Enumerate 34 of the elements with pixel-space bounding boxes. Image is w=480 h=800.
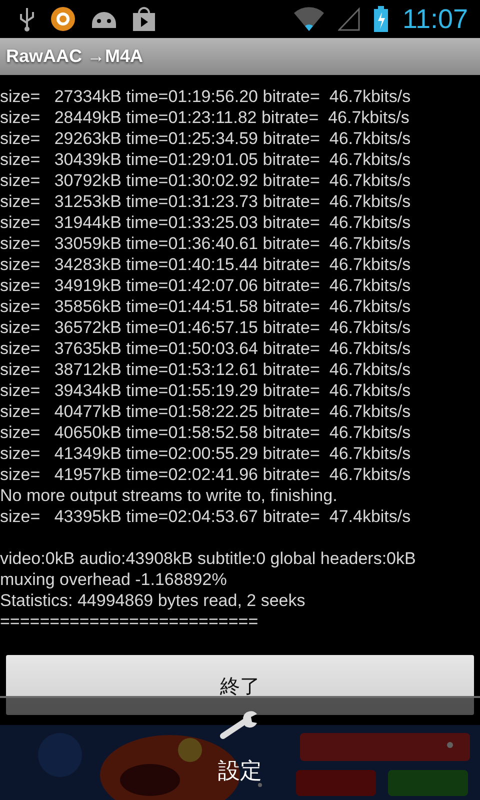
log-line: size= 38712kB time=01:53:12.61 bitrate= 46.7kbits/s bbox=[0, 359, 411, 380]
log-line: size= 27334kB time=01:19:56.20 bitrate= 46.7kbits/s bbox=[0, 86, 411, 107]
log-line: size= 35856kB time=01:44:51.58 bitrate= 46.7kbits/s bbox=[0, 296, 411, 317]
log-line: size= 34919kB time=01:42:07.06 bitrate= 46.7kbits/s bbox=[0, 275, 411, 296]
log-line: size= 28449kB time=01:23:11.82 bitrate= 46.7kbits/s bbox=[0, 107, 410, 128]
log-line: size= 33059kB time=01:36:40.61 bitrate= 46.7kbits/s bbox=[0, 233, 411, 254]
log-line: size= 30792kB time=01:30:02.92 bitrate= 46.7kbits/s bbox=[0, 170, 411, 191]
log-line: size= 29263kB time=01:25:34.59 bitrate= 46.7kbits/s bbox=[0, 128, 411, 149]
log-line: size= 41957kB time=02:02:41.96 bitrate= 46.7kbits/s bbox=[0, 464, 411, 485]
log-line: size= 31253kB time=01:31:23.73 bitrate= 46.7kbits/s bbox=[0, 191, 411, 212]
battery-icon bbox=[374, 6, 388, 32]
log-line: ========================== bbox=[0, 611, 258, 632]
log-line: muxing overhead -1.168892% bbox=[0, 569, 227, 590]
log-line: size= 40477kB time=01:58:22.25 bitrate= 46.7kbits/s bbox=[0, 401, 411, 422]
status-time: 11:07 bbox=[402, 4, 468, 34]
app-icon bbox=[50, 6, 76, 32]
signal-icon bbox=[338, 7, 360, 31]
log-line: size= 39434kB time=01:55:19.29 bitrate= 46.7kbits/s bbox=[0, 380, 411, 401]
log-line: size= 31944kB time=01:33:25.03 bitrate= 46.7kbits/s bbox=[0, 212, 411, 233]
log-line: video:0kB audio:43908kB subtitle:0 global headers:0kB bbox=[0, 548, 416, 569]
log-line: size= 40650kB time=01:58:52.58 bitrate= 46.7kbits/s bbox=[0, 422, 411, 443]
log-line: size= 37635kB time=01:50:03.64 bitrate= 46.7kbits/s bbox=[0, 338, 411, 359]
log-line: No more output streams to write to, finishing. bbox=[0, 485, 338, 506]
usb-icon bbox=[18, 6, 36, 32]
log-line: size= 30439kB time=01:29:01.05 bitrate= 46.7kbits/s bbox=[0, 149, 411, 170]
log-line: Statistics: 44994869 bytes read, 2 seeks bbox=[0, 590, 306, 611]
log-line: size= 43395kB time=02:04:53.67 bitrate= 47.4kbits/s bbox=[0, 506, 411, 527]
finish-button[interactable]: 終了 bbox=[6, 655, 474, 715]
app-title: RawAAC →M4A bbox=[6, 46, 144, 67]
play-store-icon bbox=[132, 6, 156, 32]
log-line: size= 41349kB time=02:00:55.29 bitrate= 46.7kbits/s bbox=[0, 443, 411, 464]
log-line: size= 34283kB time=01:40:15.44 bitrate= 46.7kbits/s bbox=[0, 254, 411, 275]
log-line: size= 36572kB time=01:46:57.15 bitrate= 46.7kbits/s bbox=[0, 317, 411, 338]
wifi-icon bbox=[294, 7, 324, 31]
